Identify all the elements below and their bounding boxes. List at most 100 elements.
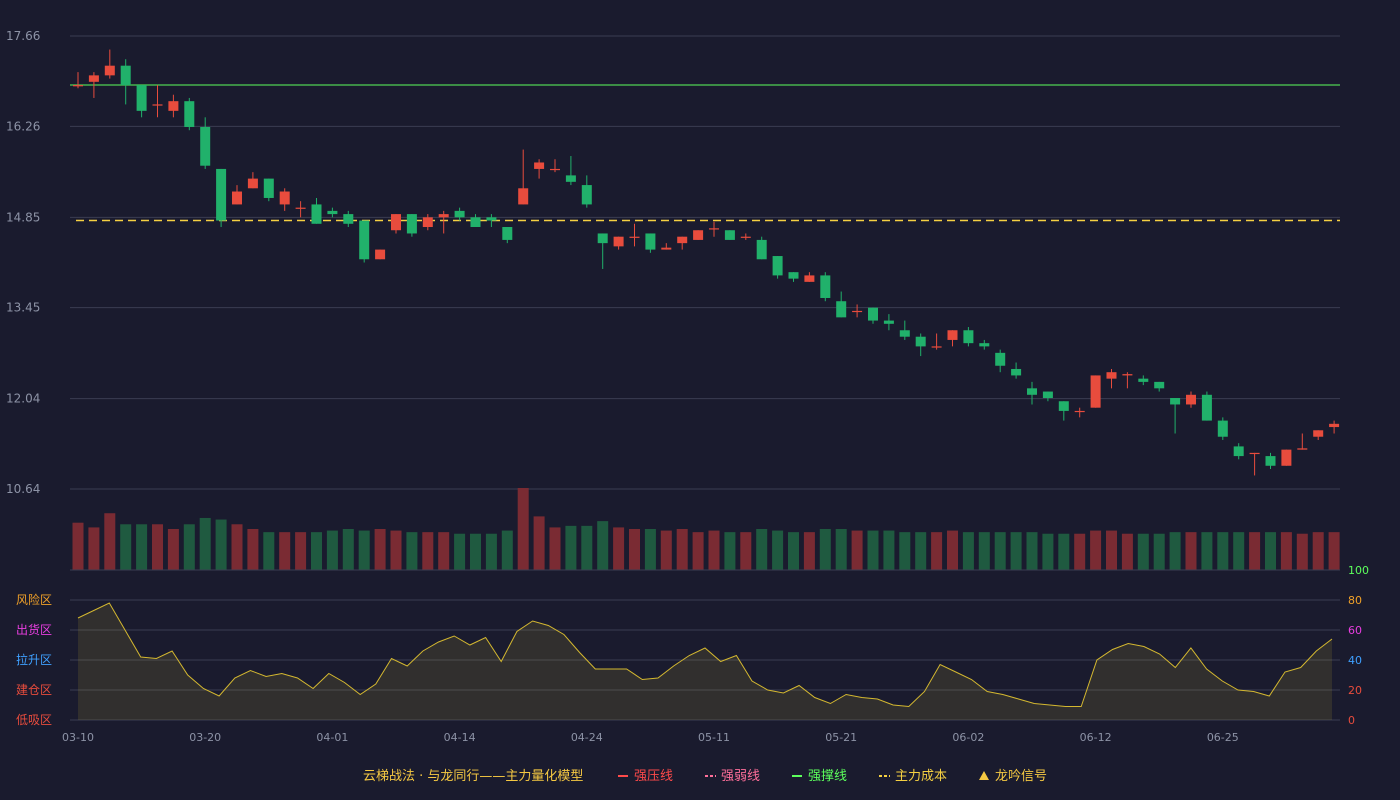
candle-body [120, 65, 131, 86]
volume-bar [279, 532, 291, 570]
candle-body [263, 178, 274, 198]
volume-bar [740, 532, 752, 570]
volume-bar [406, 532, 418, 570]
candle-body [963, 330, 974, 344]
candle-body [740, 236, 751, 238]
candle-body [756, 239, 767, 260]
volume-bar [1042, 533, 1054, 570]
volume-bar [1233, 532, 1245, 570]
volume-bar [708, 530, 720, 570]
price-grid [70, 35, 1340, 490]
candle-body [1313, 430, 1324, 437]
volume-bar [978, 532, 990, 570]
volume-bar [899, 532, 911, 570]
candle-body [915, 336, 926, 347]
candle-body [200, 126, 211, 166]
price-tick-label: 17.66 [6, 29, 40, 43]
volume-bar [676, 529, 688, 570]
volume-bar [1249, 532, 1261, 570]
candle-body [152, 104, 163, 106]
candle-body [820, 275, 831, 298]
volume-bar [390, 530, 402, 570]
volume-bar [1137, 533, 1149, 570]
volume-bar [1265, 532, 1276, 570]
date-tick-label: 03-10 [62, 731, 94, 744]
candle-body [1011, 368, 1022, 376]
candle-body [1090, 375, 1101, 408]
candle-body [247, 178, 258, 189]
volume-bars [72, 488, 1340, 570]
volume-bar [120, 524, 132, 570]
candle-body [470, 217, 481, 228]
volume-bar [501, 530, 513, 570]
candle-body [1058, 401, 1069, 411]
volume-bar [358, 530, 370, 570]
candle-body [931, 346, 942, 348]
volume-bar [1328, 532, 1340, 570]
volume-bar [660, 530, 672, 570]
candle-body [1106, 372, 1117, 379]
candle-body [136, 85, 147, 111]
candle-body [852, 310, 863, 313]
candle-body [295, 207, 306, 209]
date-tick-label: 06-25 [1207, 731, 1239, 744]
candle-body [1201, 394, 1212, 421]
volume-bar [231, 524, 243, 570]
volume-bar [167, 529, 179, 570]
oscillator-zone-label: 拉升区 [16, 652, 52, 667]
volume-bar [263, 532, 275, 570]
candle-body [279, 191, 290, 205]
legend: 云梯战法 · 与龙同行——主力量化模型 强压线 强弱线 强撑线 主力成本 龙吟信号 [363, 768, 1047, 784]
candle-body [1329, 423, 1340, 428]
candle-body [772, 256, 783, 276]
candle-body [1281, 449, 1292, 466]
date-tick-label: 03-20 [189, 731, 221, 744]
oscillator-panel: 100 80 60 40 20 0 风险区出货区拉升区建仓区低吸区 [16, 564, 1369, 727]
oscillator-tick-label: 80 [1348, 594, 1362, 607]
candle-body [883, 320, 894, 324]
volume-bar [803, 532, 815, 570]
candle-body [422, 217, 433, 228]
candle-body [1138, 378, 1149, 382]
volume-bar [819, 529, 831, 570]
volume-bar [1058, 533, 1070, 570]
candle-body [677, 236, 688, 244]
candle-body [359, 220, 370, 260]
volume-bar [597, 521, 609, 570]
candle-body [645, 233, 656, 250]
volume-bar [438, 532, 450, 570]
oscillator-tick-label: 100 [1348, 564, 1369, 577]
volume-bar [1201, 532, 1213, 570]
candle-body [565, 175, 576, 182]
volume-bar [994, 532, 1006, 570]
candle-body [1186, 394, 1196, 405]
volume-bar [485, 533, 497, 570]
volume-bar [915, 532, 927, 570]
candle-body [1122, 374, 1133, 376]
volume-bar [962, 532, 974, 570]
date-tick-label: 04-14 [444, 731, 476, 744]
candle-body [1233, 446, 1244, 457]
candle-body [1297, 448, 1308, 450]
candle-body [391, 214, 401, 231]
candle-body [613, 236, 624, 247]
candle-body [1042, 391, 1053, 399]
date-axis: 03-10 03-20 04-01 04-14 04-24 05-11 05-21 06-02… [62, 731, 1239, 744]
candle-body [1170, 398, 1181, 405]
candle-body [232, 191, 242, 205]
candle-body [629, 236, 640, 238]
stock-chart: 17.66 16.26 14.85 13.45 12.04 10.64 100 80 60 40… [6, 29, 1369, 784]
volume-bar [883, 530, 895, 570]
volume-bar [152, 524, 163, 570]
legend-label: 强弱线 [721, 769, 760, 784]
volume-bar [581, 525, 593, 570]
volume-bar [931, 532, 943, 570]
candlesticks [73, 49, 1340, 476]
candle-body [311, 204, 322, 224]
volume-bar [247, 529, 259, 570]
oscillator-area [78, 603, 1332, 720]
volume-bar [326, 530, 338, 570]
candle-body [597, 233, 608, 244]
volume-bar [374, 529, 386, 570]
candle-body [454, 210, 465, 218]
